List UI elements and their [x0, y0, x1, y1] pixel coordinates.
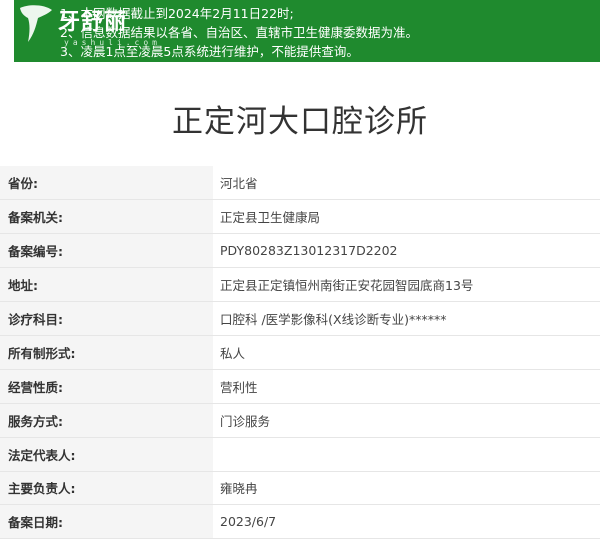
watermark-logo: 牙舒丽 yashuli.com	[14, 2, 157, 52]
row-label: 备案机关:	[0, 199, 213, 235]
row-value: 正定县正定镇恒州南街正安花园智园底商13号	[213, 267, 600, 303]
row-value: 口腔科 /医学影像科(X线诊断专业)******	[213, 301, 600, 336]
table-row: 地址: 正定县正定镇恒州南街正安花园智园底商13号	[0, 267, 600, 303]
row-label: 经营性质:	[0, 369, 213, 404]
table-row: 备案机关: 正定县卫生健康局	[0, 199, 600, 235]
watermark-subtext: yashuli.com	[64, 38, 161, 47]
watermark-text: 牙舒丽	[58, 9, 128, 35]
row-value: 雍晓冉	[213, 471, 600, 506]
row-label: 所有制形式:	[0, 335, 213, 370]
table-row: 省份: 河北省	[0, 166, 600, 201]
table-row: 经营性质: 营利性	[0, 369, 600, 404]
table-row: 主要负责人: 雍晓冉	[0, 471, 600, 506]
row-value: 河北省	[213, 166, 600, 201]
row-label: 诊疗科目:	[0, 301, 213, 336]
row-value	[213, 437, 600, 472]
row-label: 地址:	[0, 267, 213, 303]
clinic-info-table: 省份: 河北省 备案机关: 正定县卫生健康局 备案编号: PDY80283Z13012…	[0, 166, 600, 540]
row-value: PDY80283Z13012317D2202	[213, 233, 600, 269]
table-row: 服务方式: 门诊服务	[0, 403, 600, 438]
row-label: 省份:	[0, 166, 213, 201]
row-value: 正定县卫生健康局	[213, 199, 600, 235]
row-label: 服务方式:	[0, 403, 213, 438]
table-row: 备案日期: 2023/6/7	[0, 504, 600, 540]
table-row: 备案编号: PDY80283Z13012317D2202	[0, 233, 600, 269]
row-label: 备案编号:	[0, 233, 213, 269]
row-value: 门诊服务	[213, 403, 600, 438]
row-value: 2023/6/7	[213, 504, 600, 540]
table-row: 所有制形式: 私人	[0, 335, 600, 370]
table-row: 诊疗科目: 口腔科 /医学影像科(X线诊断专业)******	[0, 301, 600, 336]
table-row: 法定代表人:	[0, 437, 600, 472]
clinic-name: 正定河大口腔诊所	[172, 104, 428, 140]
row-label: 备案日期:	[0, 504, 213, 540]
row-value: 私人	[213, 335, 600, 370]
row-label: 主要负责人:	[0, 471, 213, 506]
row-value: 营利性	[213, 369, 600, 404]
row-label: 法定代表人:	[0, 437, 213, 472]
tooth-logo-icon	[20, 5, 52, 42]
